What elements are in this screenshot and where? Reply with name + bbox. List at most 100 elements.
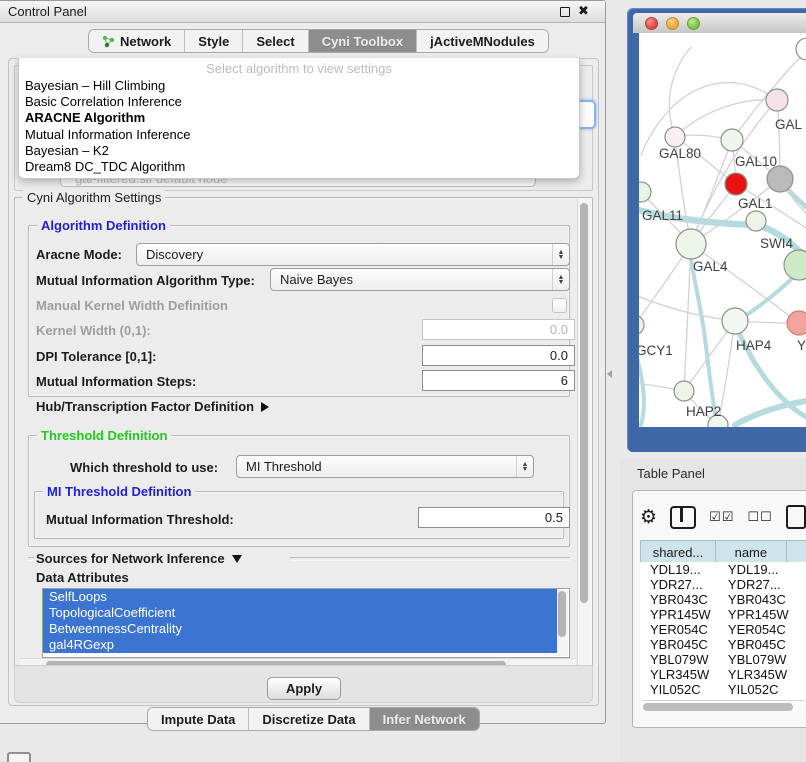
mi-threshold-field[interactable]: 0.5 bbox=[418, 507, 570, 528]
mac-zoom-icon[interactable] bbox=[687, 17, 700, 30]
network-node[interactable] bbox=[784, 250, 806, 280]
float-window-icon[interactable] bbox=[560, 7, 570, 17]
attribute-item[interactable]: SelfLoops bbox=[43, 589, 557, 605]
sources-expander[interactable]: Sources for Network Inference bbox=[36, 551, 242, 566]
threshold-definition-title: Threshold Definition bbox=[37, 428, 171, 443]
tab-discretize-data[interactable]: Discretize Data bbox=[249, 708, 369, 730]
network-node[interactable] bbox=[639, 182, 651, 202]
minimized-panel-icon[interactable] bbox=[7, 752, 31, 762]
mi-algorithm-type-combobox[interactable]: Naive Bayes ▲▼ bbox=[270, 268, 570, 291]
table-row[interactable]: YDR27...YDR27...12 bbox=[640, 577, 806, 592]
tab-impute-data-label: Impute Data bbox=[161, 712, 235, 727]
network-node-label: HAP2 bbox=[686, 404, 721, 419]
table-panel-title: Table Panel bbox=[637, 466, 705, 481]
network-node[interactable] bbox=[639, 315, 644, 335]
network-edge[interactable] bbox=[684, 244, 691, 391]
tab-style-label: Style bbox=[198, 34, 229, 49]
network-node[interactable] bbox=[665, 127, 685, 147]
network-node[interactable] bbox=[674, 381, 694, 401]
algorithm-option[interactable]: Bayesian – K2 bbox=[19, 143, 579, 159]
table-cell: YLR345W bbox=[718, 667, 795, 682]
network-edge[interactable] bbox=[669, 47, 691, 137]
mi-algorithm-type-label: Mutual Information Algorithm Type: bbox=[36, 273, 255, 288]
network-edge[interactable] bbox=[691, 244, 798, 323]
control-panel-titlebar[interactable]: Control Panel ✖ bbox=[0, 1, 605, 23]
table-column-header[interactable]: A bbox=[786, 541, 806, 564]
table-cell: 9. bbox=[795, 607, 806, 622]
control-panel-title: Control Panel bbox=[8, 4, 87, 19]
table-row[interactable]: YDL19...YDL19...13 bbox=[640, 562, 806, 577]
network-node[interactable] bbox=[767, 166, 793, 192]
tab-jactivemnodules[interactable]: jActiveMNodules bbox=[417, 30, 548, 52]
mi-steps-field[interactable]: 6 bbox=[422, 370, 575, 391]
hub-factor-expander-label: Hub/Transcription Factor Definition bbox=[36, 399, 254, 414]
algorithm-option[interactable]: Mutual Information Inference bbox=[19, 127, 579, 143]
apply-button[interactable]: Apply bbox=[267, 677, 341, 700]
settings-vertical-scrollbar[interactable] bbox=[577, 199, 591, 669]
table-row[interactable]: YLR345WYLR345W9. bbox=[640, 667, 806, 682]
tab-cyni-toolbox[interactable]: Cyni Toolbox bbox=[309, 30, 417, 52]
network-edge[interactable] bbox=[641, 83, 777, 155]
mac-minimize-icon[interactable] bbox=[666, 17, 679, 30]
table-row[interactable]: YIL052CYIL052C8. bbox=[640, 682, 806, 697]
table-function-icon[interactable] bbox=[786, 505, 806, 529]
close-icon[interactable]: ✖ bbox=[578, 3, 589, 19]
attributes-scrollbar[interactable] bbox=[557, 590, 568, 656]
table-row[interactable]: YBR043CYBR043C bbox=[640, 592, 806, 607]
network-node[interactable] bbox=[676, 229, 706, 259]
algorithm-option[interactable]: Basic Correlation Inference bbox=[19, 94, 579, 110]
network-canvas[interactable]: GALGAL80GAL10GAL1GAL11SWI4GAL4GCY1HAP4YH… bbox=[639, 33, 806, 427]
network-edge[interactable] bbox=[735, 401, 806, 425]
show-columns-icon[interactable] bbox=[670, 506, 696, 529]
splitter-collapse-icon[interactable] bbox=[607, 370, 612, 378]
tab-network[interactable]: Network bbox=[89, 30, 185, 52]
mi-algorithm-type-value: Naive Bayes bbox=[271, 272, 552, 287]
table-cell: 12 bbox=[795, 577, 806, 592]
algorithm-option[interactable]: Dream8 DC_TDC Algorithm bbox=[19, 159, 579, 175]
sources-group-line bbox=[28, 557, 34, 561]
table-cell: YER054C bbox=[718, 622, 795, 637]
attribute-item[interactable]: BetweennessCentrality bbox=[43, 621, 557, 637]
tab-infer-network[interactable]: Infer Network bbox=[370, 708, 479, 730]
sources-group-line bbox=[290, 557, 570, 561]
table-column-header[interactable]: name bbox=[715, 541, 786, 564]
network-edge[interactable] bbox=[639, 351, 644, 425]
tab-impute-data[interactable]: Impute Data bbox=[148, 708, 249, 730]
table-row[interactable]: YBR045CYBR045C9. bbox=[640, 637, 806, 652]
mi-steps-value: 6 bbox=[561, 373, 568, 388]
aracne-mode-combobox[interactable]: Discovery ▲▼ bbox=[136, 243, 570, 266]
network-node[interactable] bbox=[721, 129, 743, 151]
network-window-titlebar[interactable] bbox=[633, 13, 806, 33]
algorithm-option[interactable]: ARACNE Algorithm bbox=[19, 110, 579, 126]
network-node[interactable] bbox=[746, 211, 766, 231]
network-node[interactable] bbox=[725, 173, 747, 195]
tab-style[interactable]: Style bbox=[185, 30, 243, 52]
table-cell bbox=[795, 652, 806, 667]
table-row[interactable]: YPR145WYPR145W9. bbox=[640, 607, 806, 622]
hub-factor-expander[interactable]: Hub/Transcription Factor Definition bbox=[36, 399, 269, 414]
network-node[interactable] bbox=[722, 308, 748, 334]
table-row[interactable]: YER054CYER054C8. bbox=[640, 622, 806, 637]
tab-select[interactable]: Select bbox=[243, 30, 308, 52]
kernel-width-field[interactable]: 0.0 bbox=[422, 319, 575, 340]
manual-kernel-width-checkbox[interactable] bbox=[552, 298, 567, 313]
algorithm-dropdown-list: Select algorithm to view settings Bayesi… bbox=[18, 58, 580, 179]
network-node[interactable] bbox=[766, 89, 788, 111]
which-threshold-combobox[interactable]: MI Threshold ▲▼ bbox=[236, 455, 534, 478]
table-cell: 8. bbox=[795, 622, 806, 637]
network-node[interactable] bbox=[787, 311, 806, 335]
mac-close-icon[interactable] bbox=[645, 17, 658, 30]
network-edge[interactable] bbox=[691, 259, 717, 425]
deselect-all-icon[interactable]: ☐☐ bbox=[747, 510, 772, 525]
network-node[interactable] bbox=[796, 38, 806, 60]
select-all-icon[interactable]: ☑☑ bbox=[709, 510, 734, 525]
attribute-item[interactable]: TopologicalCoefficient bbox=[43, 605, 557, 621]
table-row[interactable]: YBL079WYBL079W bbox=[640, 652, 806, 667]
algorithm-option[interactable]: Bayesian – Hill Climbing bbox=[19, 78, 579, 94]
table-cell: 9. bbox=[795, 667, 806, 682]
attribute-item[interactable]: gal4RGexp bbox=[43, 637, 557, 653]
table-column-header[interactable]: shared... bbox=[641, 541, 716, 564]
gear-icon[interactable]: ⚙ bbox=[640, 507, 657, 527]
dpi-tolerance-field[interactable]: 0.0 bbox=[422, 345, 575, 366]
table-horizontal-scrollbar[interactable] bbox=[641, 700, 805, 713]
